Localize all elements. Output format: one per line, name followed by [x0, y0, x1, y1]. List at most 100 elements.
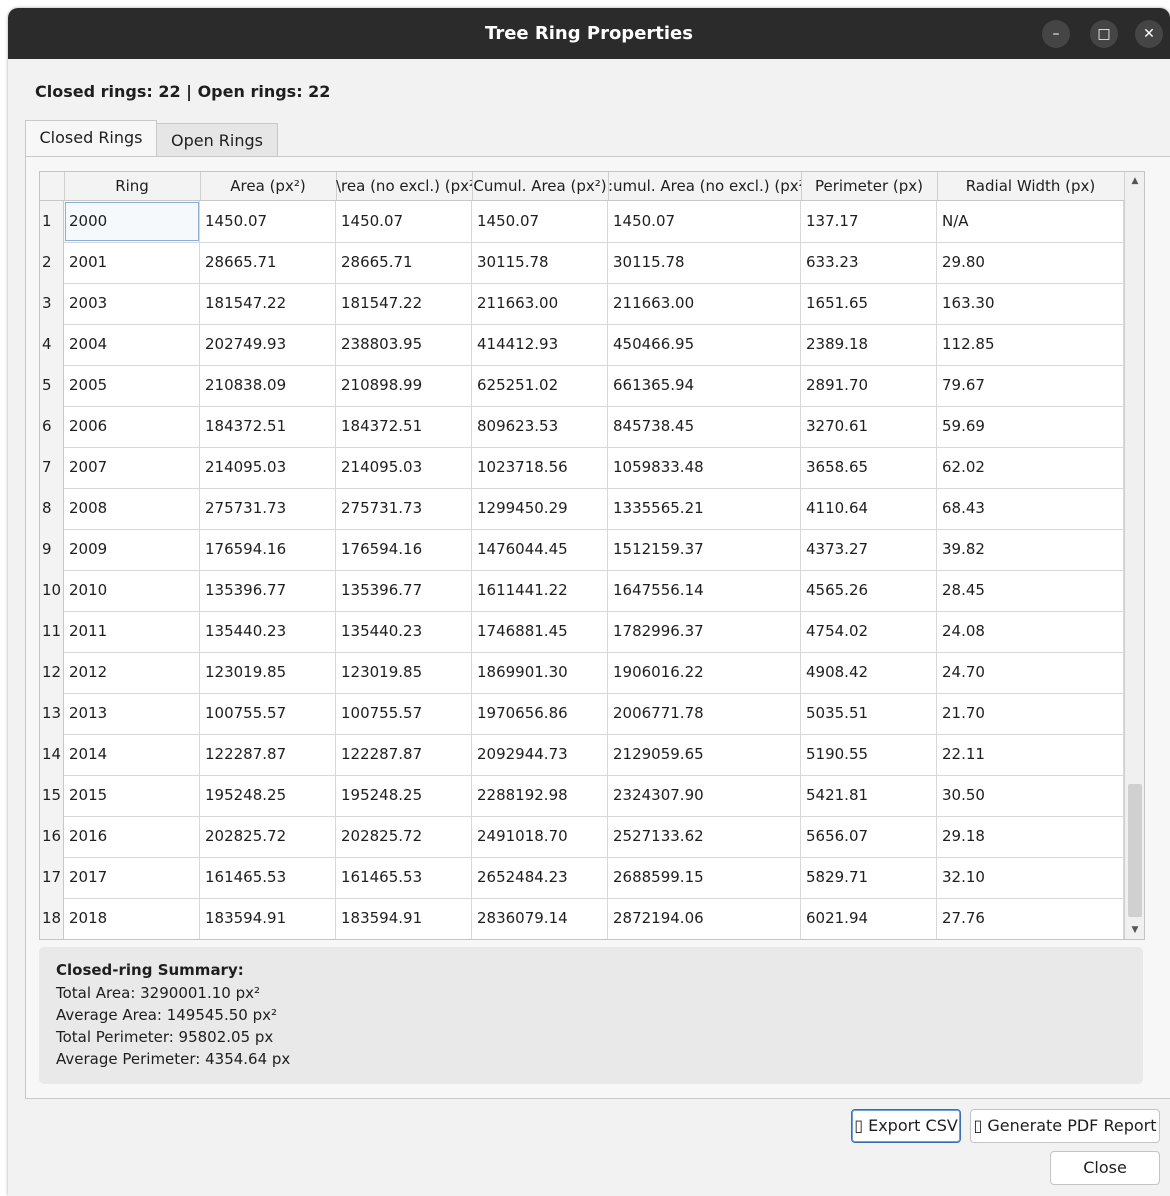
- table-row[interactable]: 5 2005 210838.09 210898.99 625251.02 661365.9…: [40, 365, 1124, 407]
- row-number[interactable]: 15: [40, 775, 64, 816]
- table-cell[interactable]: 2016: [64, 816, 200, 857]
- title-bar[interactable]: Tree Ring Properties – □ ✕: [8, 8, 1170, 59]
- column-header[interactable]: Cumul. Area (px²): [472, 172, 609, 200]
- table-cell[interactable]: 1450.07: [336, 201, 472, 242]
- table-cell[interactable]: 29.80: [937, 242, 1124, 283]
- table-cell[interactable]: 2001: [64, 242, 200, 283]
- table-row[interactable]: 3 2003 181547.22 181547.22 211663.00 211663.0…: [40, 283, 1124, 325]
- table-row[interactable]: 13 2013 100755.57 100755.57 1970656.86 200677…: [40, 693, 1124, 735]
- table-row[interactable]: 6 2006 184372.51 184372.51 809623.53 845738.4…: [40, 406, 1124, 448]
- row-number[interactable]: 14: [40, 734, 64, 775]
- table-cell[interactable]: 79.67: [937, 365, 1124, 406]
- table-cell[interactable]: 163.30: [937, 283, 1124, 324]
- table-cell[interactable]: 4110.64: [801, 488, 937, 529]
- table-cell[interactable]: 135440.23: [200, 611, 336, 652]
- table-cell[interactable]: 210898.99: [336, 365, 472, 406]
- row-number[interactable]: 4: [40, 324, 64, 365]
- table-cell[interactable]: 238803.95: [336, 324, 472, 365]
- row-number[interactable]: 10: [40, 570, 64, 611]
- table-cell[interactable]: 661365.94: [608, 365, 801, 406]
- table-cell[interactable]: 5035.51: [801, 693, 937, 734]
- scroll-up-icon[interactable]: ▲: [1125, 172, 1144, 190]
- table-row[interactable]: 12 2012 123019.85 123019.85 1869901.30 190601…: [40, 652, 1124, 694]
- table-cell[interactable]: 2008: [64, 488, 200, 529]
- row-number[interactable]: 13: [40, 693, 64, 734]
- table-cell[interactable]: 2092944.73: [472, 734, 608, 775]
- table-cell[interactable]: 1611441.22: [472, 570, 608, 611]
- table-row[interactable]: 8 2008 275731.73 275731.73 1299450.29 1335565…: [40, 488, 1124, 530]
- table-cell[interactable]: 183594.91: [336, 898, 472, 939]
- row-number[interactable]: 6: [40, 406, 64, 447]
- tab-closed-rings[interactable]: Closed Rings: [25, 120, 157, 158]
- table-cell[interactable]: 2011: [64, 611, 200, 652]
- column-header[interactable]: Radial Width (px): [937, 172, 1125, 200]
- table-cell[interactable]: 123019.85: [200, 652, 336, 693]
- table-cell[interactable]: N/A: [937, 201, 1124, 242]
- column-header[interactable]: Ring: [64, 172, 201, 200]
- table-cell[interactable]: 2014: [64, 734, 200, 775]
- scrollbar-thumb[interactable]: [1128, 784, 1142, 917]
- row-number[interactable]: 18: [40, 898, 64, 939]
- table-cell[interactable]: 5421.81: [801, 775, 937, 816]
- export-csv-button[interactable]: ▯ Export CSV: [851, 1109, 961, 1143]
- row-number[interactable]: 5: [40, 365, 64, 406]
- table-cell[interactable]: 202825.72: [336, 816, 472, 857]
- table-cell[interactable]: 181547.22: [336, 283, 472, 324]
- table-row[interactable]: 11 2011 135440.23 135440.23 1746881.45 178299…: [40, 611, 1124, 653]
- column-header[interactable]: \rea (no excl.) (px²: [336, 172, 473, 200]
- table-cell[interactable]: 2527133.62: [608, 816, 801, 857]
- column-header[interactable]: Area (px²): [200, 172, 337, 200]
- table-cell[interactable]: 28.45: [937, 570, 1124, 611]
- table-cell[interactable]: 1647556.14: [608, 570, 801, 611]
- table-row[interactable]: 18 2018 183594.91 183594.91 2836079.14 287219…: [40, 898, 1124, 939]
- table-cell[interactable]: 625251.02: [472, 365, 608, 406]
- rings-table[interactable]: Ring Area (px²) \rea (no excl.) (px² Cumul.…: [39, 171, 1145, 940]
- table-cell[interactable]: 135396.77: [200, 570, 336, 611]
- table-cell[interactable]: 5190.55: [801, 734, 937, 775]
- table-cell[interactable]: 5656.07: [801, 816, 937, 857]
- row-number[interactable]: 3: [40, 283, 64, 324]
- table-row[interactable]: 16 2016 202825.72 202825.72 2491018.70 252713…: [40, 816, 1124, 858]
- table-cell[interactable]: 2872194.06: [608, 898, 801, 939]
- minimize-icon[interactable]: –: [1042, 20, 1070, 48]
- row-number[interactable]: 11: [40, 611, 64, 652]
- table-cell[interactable]: 2288192.98: [472, 775, 608, 816]
- table-cell[interactable]: 1450.07: [608, 201, 801, 242]
- table-cell[interactable]: 202825.72: [200, 816, 336, 857]
- table-cell[interactable]: 2003: [64, 283, 200, 324]
- table-cell[interactable]: 29.18: [937, 816, 1124, 857]
- table-row[interactable]: 7 2007 214095.03 214095.03 1023718.56 1059833…: [40, 447, 1124, 489]
- row-number[interactable]: 9: [40, 529, 64, 570]
- table-cell[interactable]: 24.70: [937, 652, 1124, 693]
- tab-open-rings[interactable]: Open Rings: [156, 123, 278, 158]
- table-cell[interactable]: 176594.16: [200, 529, 336, 570]
- table-cell[interactable]: 2017: [64, 857, 200, 898]
- table-cell[interactable]: 275731.73: [336, 488, 472, 529]
- table-cell[interactable]: 4908.42: [801, 652, 937, 693]
- table-cell[interactable]: 195248.25: [336, 775, 472, 816]
- table-cell[interactable]: 122287.87: [336, 734, 472, 775]
- table-cell[interactable]: 2006: [64, 406, 200, 447]
- close-button[interactable]: Close: [1050, 1151, 1160, 1185]
- table-cell[interactable]: 450466.95: [608, 324, 801, 365]
- table-cell[interactable]: 68.43: [937, 488, 1124, 529]
- table-cell[interactable]: 21.70: [937, 693, 1124, 734]
- table-cell[interactable]: 123019.85: [336, 652, 472, 693]
- table-cell[interactable]: 161465.53: [200, 857, 336, 898]
- column-header[interactable]: :umul. Area (no excl.) (px²: [608, 172, 802, 200]
- table-cell[interactable]: 1970656.86: [472, 693, 608, 734]
- table-row[interactable]: 2 2001 28665.71 28665.71 30115.78 30115.78 633…: [40, 242, 1124, 284]
- maximize-icon[interactable]: □: [1090, 20, 1118, 48]
- table-cell[interactable]: 809623.53: [472, 406, 608, 447]
- table-cell[interactable]: 1782996.37: [608, 611, 801, 652]
- table-cell[interactable]: 176594.16: [336, 529, 472, 570]
- row-number[interactable]: 16: [40, 816, 64, 857]
- table-cell[interactable]: 4565.26: [801, 570, 937, 611]
- table-cell[interactable]: 100755.57: [200, 693, 336, 734]
- row-number[interactable]: 7: [40, 447, 64, 488]
- table-cell[interactable]: 1512159.37: [608, 529, 801, 570]
- table-cell[interactable]: 2491018.70: [472, 816, 608, 857]
- table-cell[interactable]: 28665.71: [200, 242, 336, 283]
- table-cell[interactable]: 62.02: [937, 447, 1124, 488]
- table-cell[interactable]: 214095.03: [336, 447, 472, 488]
